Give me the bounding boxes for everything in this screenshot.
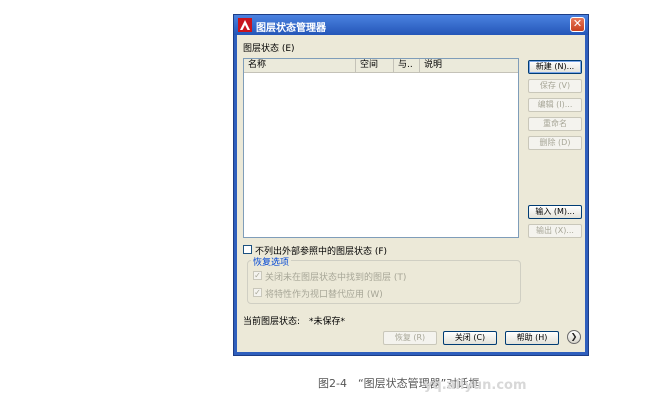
column-header-same-as[interactable]: 与..: [394, 59, 420, 72]
autocad-logo-icon: [238, 18, 252, 32]
layer-state-manager-dialog: 图层状态管理器 ✕ 图层状态 (E) 名称 空间 与.. 说明 新建 (N)..…: [233, 14, 589, 356]
column-header-name[interactable]: 名称: [244, 59, 356, 72]
layer-states-list[interactable]: 名称 空间 与.. 说明: [243, 58, 519, 238]
current-state-label: 当前图层状态:: [243, 317, 301, 327]
dialog-title: 图层状态管理器: [256, 23, 326, 34]
rename-button[interactable]: 重命名: [528, 117, 582, 131]
column-header-space[interactable]: 空间: [356, 59, 394, 72]
close-button[interactable]: 关闭 (C): [443, 331, 497, 345]
restore-button[interactable]: 恢复 (R): [383, 331, 437, 345]
export-button[interactable]: 输出 (X)...: [528, 224, 582, 238]
delete-button[interactable]: 删除 (D): [528, 136, 582, 150]
title-bar[interactable]: 图层状态管理器 ✕: [234, 15, 588, 35]
close-icon[interactable]: ✕: [570, 17, 585, 32]
edit-button[interactable]: 编辑 (I)...: [528, 98, 582, 112]
layer-states-label: 图层状态 (E): [243, 44, 295, 54]
turn-off-layers-label: 关闭未在图层状态中找到的图层 (T): [265, 273, 407, 283]
turn-off-layers-checkbox[interactable]: ✓: [253, 271, 262, 280]
exclude-xref-checkbox[interactable]: [243, 245, 252, 254]
help-button[interactable]: 帮助 (H): [505, 331, 559, 345]
current-state-value: *未保存*: [309, 317, 346, 327]
restore-options-title: 恢复选项: [251, 255, 292, 268]
import-button[interactable]: 输入 (M)...: [528, 205, 582, 219]
save-button[interactable]: 保存 (V): [528, 79, 582, 93]
apply-viewport-override-label: 将特性作为视口替代应用 (W): [265, 290, 383, 300]
list-header: 名称 空间 与.. 说明: [244, 59, 518, 73]
dialog-body: 图层状态 (E) 名称 空间 与.. 说明 新建 (N)... 保存 (V) 编…: [237, 35, 585, 352]
column-header-description[interactable]: 说明: [420, 59, 518, 72]
watermark: yq.aliyun.com: [424, 378, 527, 393]
apply-viewport-override-checkbox[interactable]: ✓: [253, 288, 262, 297]
new-button[interactable]: 新建 (N)...: [528, 60, 582, 74]
expand-chevron-icon[interactable]: ❯: [567, 330, 581, 344]
